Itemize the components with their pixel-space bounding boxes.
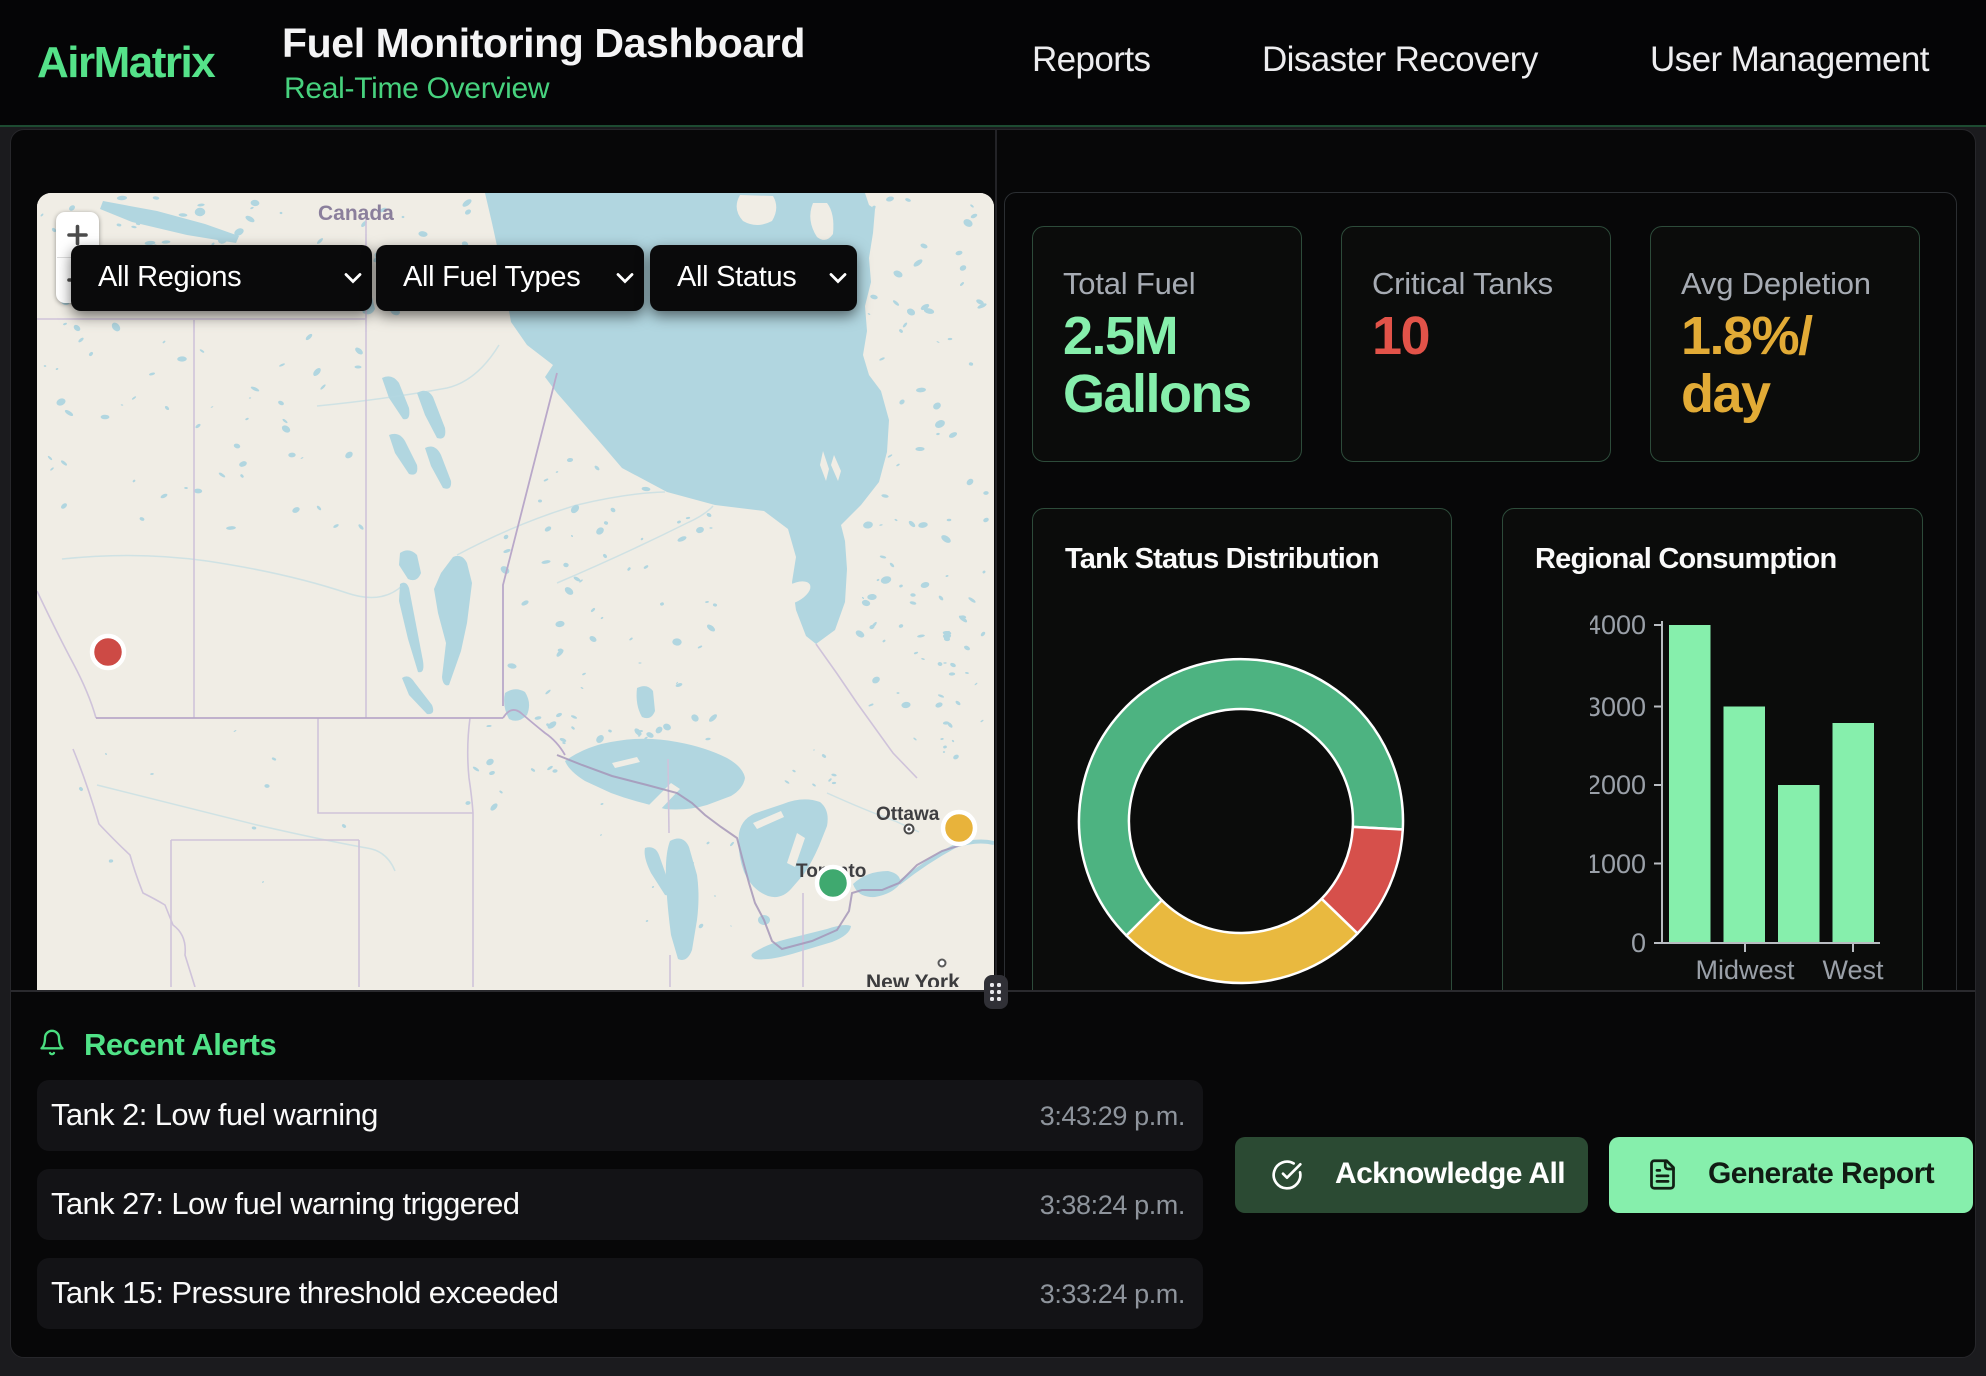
svg-text:New York: New York — [866, 971, 960, 987]
svg-text:West: West — [1822, 955, 1884, 985]
svg-text:Ottawa: Ottawa — [876, 804, 940, 825]
svg-text:4000: 4000 — [1590, 612, 1646, 640]
svg-text:1000: 1000 — [1590, 849, 1646, 879]
svg-text:3000: 3000 — [1590, 692, 1646, 722]
svg-text:0: 0 — [1631, 928, 1646, 958]
svg-text:Midwest: Midwest — [1695, 955, 1795, 985]
svg-text:Canada: Canada — [318, 202, 394, 225]
svg-text:2000: 2000 — [1590, 770, 1646, 800]
